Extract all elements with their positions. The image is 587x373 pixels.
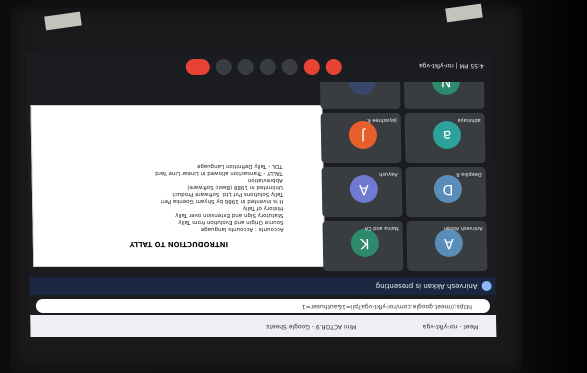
participant-tile[interactable]: a abhinaya [404, 113, 486, 163]
more-options-button[interactable] [215, 59, 232, 75]
meet-controls-bar: 4:55 PM | ror-yfkt-vga [25, 52, 493, 82]
participant-name: Deepika R [456, 171, 482, 177]
camera-off-button[interactable] [303, 59, 320, 75]
participant-avatar: A [349, 175, 379, 203]
document-body: Accounts : Accounts language Source Orig… [155, 163, 284, 232]
address-bar[interactable]: https://meet.google.com/ror-yfkt-vga?pli… [35, 299, 491, 313]
leave-call-button[interactable] [185, 59, 210, 75]
participant-tile[interactable]: J Jayashree K [320, 113, 402, 163]
shared-document: INTRODUCTION TO TALLY Accounts : Account… [30, 105, 326, 267]
captions-button[interactable] [281, 59, 298, 75]
participant-tile[interactable]: D Deepika R [405, 167, 487, 217]
participant-name: Jayashree K [367, 117, 397, 123]
present-icon [481, 281, 492, 291]
participant-avatar: A [434, 229, 464, 257]
browser-tab-bar: Meet - ror-yfkt-vga Mini ACTOR.9 - Googl… [30, 315, 497, 337]
participant-avatar: J [348, 121, 378, 149]
presenting-banner: Anirvesh Akkan is presenting [25, 277, 496, 295]
meeting-time: 4:55 PM | ror-yfkt-vga [418, 62, 484, 69]
laptop-screen: Meet - ror-yfkt-vga Mini ACTOR.9 - Googl… [25, 52, 497, 337]
raise-hand-button[interactable] [259, 59, 276, 75]
tab-meet[interactable]: Meet - ror-yfkt-vga [423, 323, 479, 330]
participant-tile[interactable]: A Anirvesh Akkan [406, 221, 488, 271]
presenting-text: Anirvesh Akkan is presenting [375, 282, 478, 290]
participant-name: Naina and CA [364, 225, 399, 231]
document-title: INTRODUCTION TO TALLY [129, 240, 229, 248]
present-button[interactable] [237, 59, 254, 75]
participant-name: abhinaya [457, 117, 481, 123]
participant-name: Aayush [379, 171, 398, 177]
tab-sheets[interactable]: Mini ACTOR.9 - Google Sheets [266, 323, 356, 330]
participant-avatar: K [350, 229, 380, 257]
mic-off-button[interactable] [325, 59, 342, 75]
participant-avatar: a [432, 121, 462, 149]
participant-name: Anirvesh Akkan [443, 225, 483, 231]
participant-tile[interactable]: A Aayush [321, 167, 403, 217]
participant-avatar: D [433, 175, 463, 203]
participant-tile[interactable]: K Naina and CA [322, 221, 404, 271]
